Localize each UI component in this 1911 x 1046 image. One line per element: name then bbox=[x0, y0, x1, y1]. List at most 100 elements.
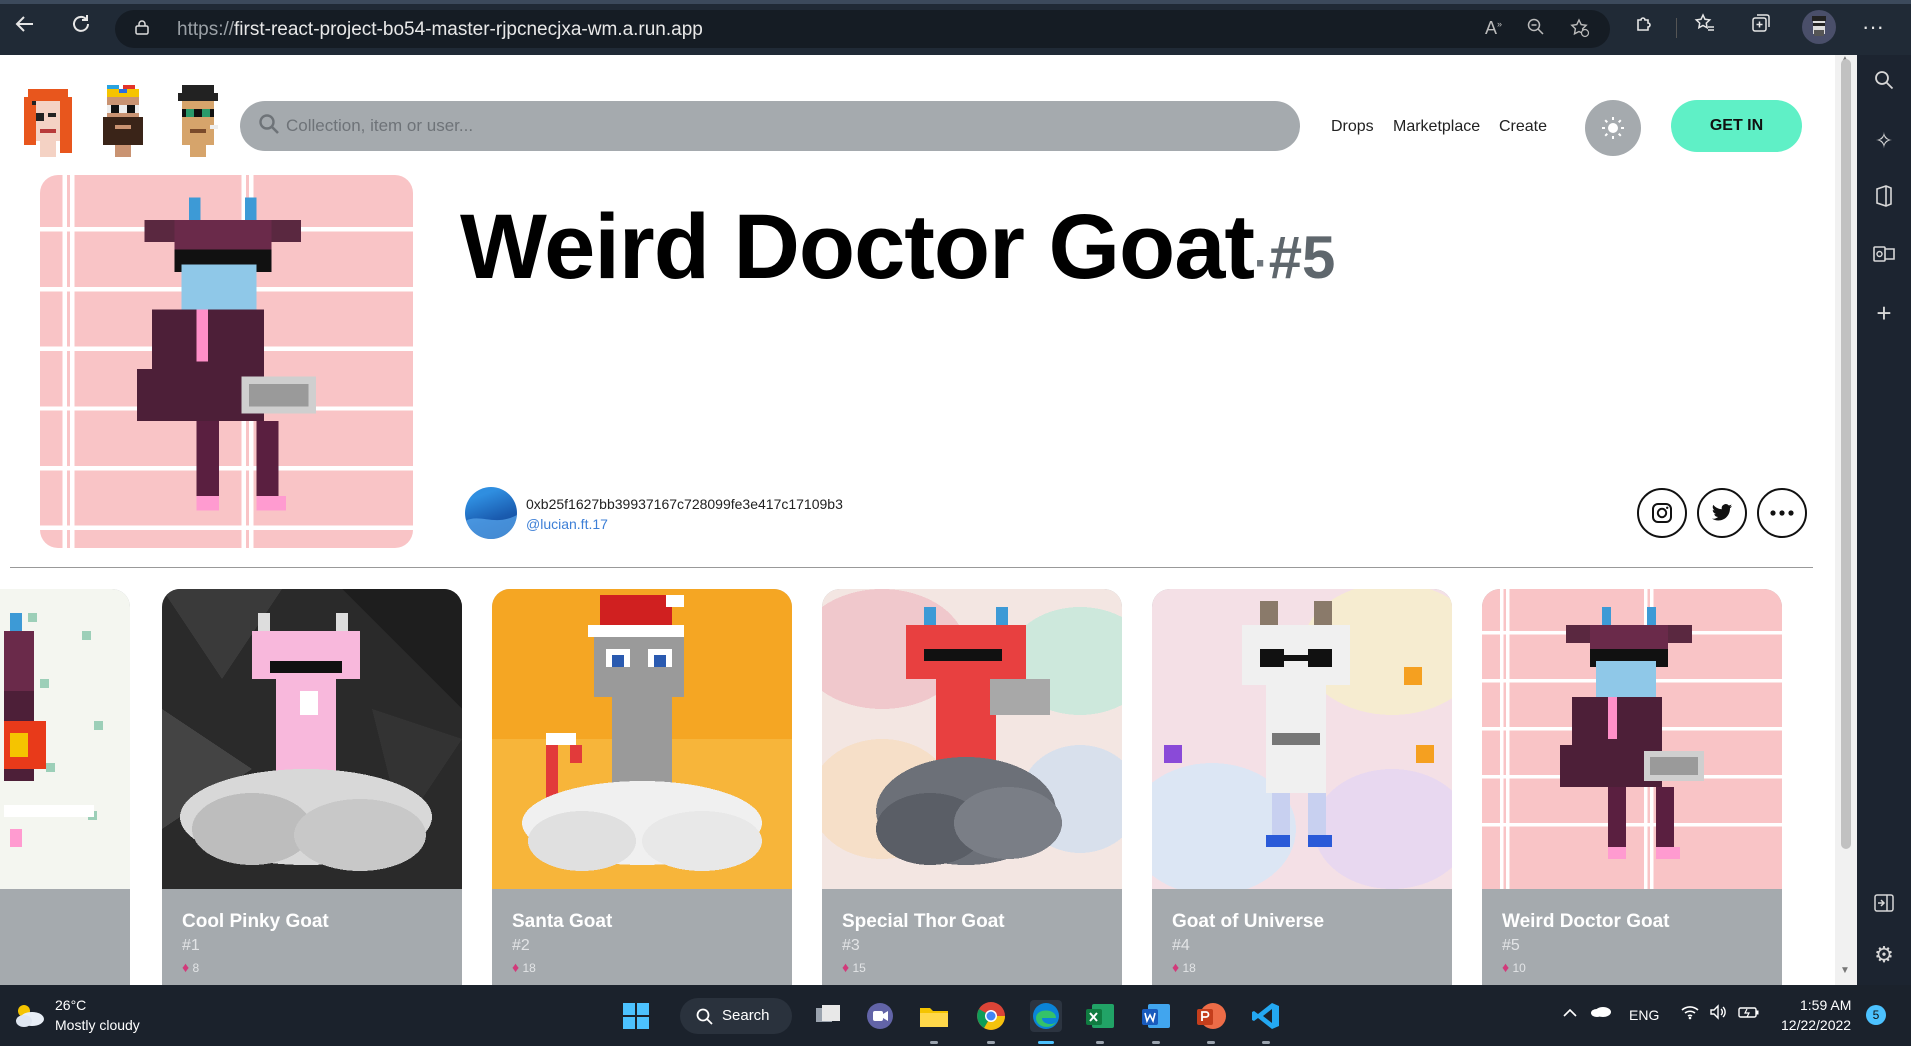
heart-icon: ♦ bbox=[182, 959, 190, 975]
task-view-icon[interactable] bbox=[812, 1000, 844, 1032]
nav-marketplace[interactable]: Marketplace bbox=[1393, 118, 1480, 136]
sidebar-search-icon[interactable] bbox=[1870, 69, 1898, 97]
vscode-icon[interactable] bbox=[1250, 1000, 1282, 1032]
sun-icon bbox=[1602, 117, 1624, 139]
card-title: Special Thor Goat bbox=[842, 911, 1005, 932]
nft-card-1[interactable]: Cool Pinky Goat #1 ♦ 8 bbox=[162, 589, 462, 985]
weather-description[interactable]: Mostly cloudy bbox=[55, 1017, 140, 1033]
running-indicator bbox=[1262, 1041, 1270, 1044]
active-indicator bbox=[1038, 1041, 1054, 1044]
lock-icon bbox=[135, 20, 149, 35]
card-image bbox=[1152, 589, 1452, 889]
word-icon[interactable] bbox=[1140, 1000, 1172, 1032]
owner-avatar[interactable] bbox=[465, 487, 517, 539]
running-indicator bbox=[987, 1041, 995, 1044]
card-number: #2 bbox=[512, 937, 530, 954]
running-indicator bbox=[1207, 1041, 1215, 1044]
edge-icon[interactable] bbox=[1030, 1000, 1062, 1032]
add-icon[interactable]: + bbox=[1870, 299, 1898, 327]
get-in-button[interactable]: GET IN bbox=[1671, 100, 1802, 152]
teams-chat-icon[interactable] bbox=[864, 1000, 896, 1032]
onedrive-icon[interactable] bbox=[1590, 1003, 1612, 1020]
card-likes: ♦ 10 bbox=[1502, 959, 1526, 975]
logo-avatar-glasses[interactable] bbox=[170, 85, 226, 157]
card-image bbox=[822, 589, 1122, 889]
nft-card-partial[interactable] bbox=[0, 589, 130, 985]
nav-create[interactable]: Create bbox=[1499, 118, 1547, 136]
volume-icon[interactable] bbox=[1709, 1004, 1727, 1023]
browser-sidebar: ✧ + ⚙ bbox=[1857, 55, 1911, 985]
address-bar[interactable]: https://first-react-project-bo54-master-… bbox=[115, 10, 1610, 48]
back-icon[interactable] bbox=[10, 12, 40, 42]
extensions-icon[interactable] bbox=[1630, 12, 1660, 42]
office-icon[interactable] bbox=[1870, 185, 1898, 213]
card-image bbox=[1482, 589, 1782, 889]
hide-sidebar-icon[interactable] bbox=[1870, 891, 1898, 919]
running-indicator bbox=[1152, 1041, 1160, 1044]
nft-title: Weird Doctor Goat·#5 bbox=[460, 195, 1335, 300]
nft-card-4[interactable]: Goat of Universe #4 ♦ 18 bbox=[1152, 589, 1452, 985]
wifi-icon[interactable] bbox=[1681, 1004, 1699, 1023]
theme-toggle-button[interactable] bbox=[1585, 100, 1641, 156]
profile-avatar[interactable] bbox=[1802, 10, 1836, 44]
weather-cloud-icon[interactable] bbox=[12, 1001, 46, 1029]
nft-card-3[interactable]: Special Thor Goat #3 ♦ 15 bbox=[822, 589, 1122, 985]
language-indicator[interactable]: ENG bbox=[1629, 1007, 1659, 1023]
search-bar[interactable] bbox=[240, 101, 1300, 151]
instagram-icon bbox=[1652, 503, 1672, 523]
battery-icon[interactable] bbox=[1738, 1004, 1760, 1023]
instagram-button[interactable] bbox=[1637, 488, 1687, 538]
outlook-icon[interactable] bbox=[1870, 243, 1898, 271]
discover-icon[interactable]: ✧ bbox=[1870, 127, 1898, 155]
collections-icon[interactable] bbox=[1746, 12, 1776, 42]
nft-name: Weird Doctor Goat bbox=[460, 196, 1255, 298]
twitter-button[interactable] bbox=[1697, 488, 1747, 538]
card-number: #3 bbox=[842, 937, 860, 954]
windows-taskbar: 26°C Mostly cloudy Search ENG 1:59 AM 12… bbox=[0, 985, 1911, 1046]
excel-icon[interactable] bbox=[1084, 1000, 1116, 1032]
card-title: Santa Goat bbox=[512, 911, 613, 932]
hero-nft-image bbox=[40, 175, 413, 548]
search-input[interactable] bbox=[284, 111, 1184, 141]
card-image bbox=[0, 589, 130, 889]
url-text[interactable]: https://first-react-project-bo54-master-… bbox=[177, 19, 703, 41]
powerpoint-icon[interactable] bbox=[1195, 1000, 1227, 1032]
notification-badge[interactable]: 5 bbox=[1866, 1005, 1886, 1025]
search-icon bbox=[696, 1008, 713, 1025]
section-divider bbox=[10, 567, 1813, 568]
twitter-icon bbox=[1711, 504, 1733, 521]
nav-drops[interactable]: Drops bbox=[1331, 118, 1374, 136]
clock-time[interactable]: 1:59 AM bbox=[1800, 997, 1851, 1013]
favorite-add-icon[interactable] bbox=[1570, 18, 1590, 43]
card-likes: ♦ 15 bbox=[842, 959, 866, 975]
more-options-button[interactable] bbox=[1757, 488, 1807, 538]
read-aloud-icon[interactable]: A» bbox=[1485, 18, 1502, 39]
page-scrollbar[interactable]: ▲ ▼ bbox=[1835, 54, 1857, 985]
nft-card-2[interactable]: Santa Goat #2 ♦ 18 bbox=[492, 589, 792, 985]
nft-card-5[interactable]: Weird Doctor Goat #5 ♦ 10 bbox=[1482, 589, 1782, 985]
settings-icon[interactable]: ⚙ bbox=[1870, 941, 1898, 969]
heart-icon: ♦ bbox=[512, 959, 520, 975]
favorites-icon[interactable] bbox=[1690, 12, 1720, 42]
owner-handle-link[interactable]: @lucian.ft.17 bbox=[526, 516, 608, 532]
card-title: Goat of Universe bbox=[1172, 911, 1325, 932]
show-hidden-icons[interactable] bbox=[1562, 1005, 1578, 1021]
more-options-icon[interactable]: ··· bbox=[1858, 12, 1888, 42]
file-explorer-icon[interactable] bbox=[918, 1000, 950, 1032]
zoom-icon[interactable] bbox=[1527, 18, 1545, 41]
clock-date[interactable]: 12/22/2022 bbox=[1781, 1017, 1851, 1033]
heart-icon: ♦ bbox=[1172, 959, 1180, 975]
weather-temperature[interactable]: 26°C bbox=[55, 997, 86, 1013]
scroll-down-icon[interactable]: ▼ bbox=[1840, 965, 1850, 976]
card-likes: ♦ 8 bbox=[182, 959, 200, 975]
refresh-icon[interactable] bbox=[66, 12, 96, 42]
tab-strip-edge bbox=[0, 0, 1911, 4]
chrome-icon[interactable] bbox=[975, 1000, 1007, 1032]
running-indicator bbox=[930, 1041, 938, 1044]
logo-avatar-propeller-hat[interactable] bbox=[95, 85, 151, 157]
logo-avatar-red-hair[interactable] bbox=[20, 85, 76, 157]
windows-start-icon[interactable] bbox=[622, 1002, 650, 1030]
browser-toolbar: https://first-react-project-bo54-master-… bbox=[0, 0, 1911, 55]
taskbar-search-button[interactable]: Search bbox=[680, 998, 792, 1034]
scrollbar-thumb[interactable] bbox=[1841, 59, 1851, 849]
